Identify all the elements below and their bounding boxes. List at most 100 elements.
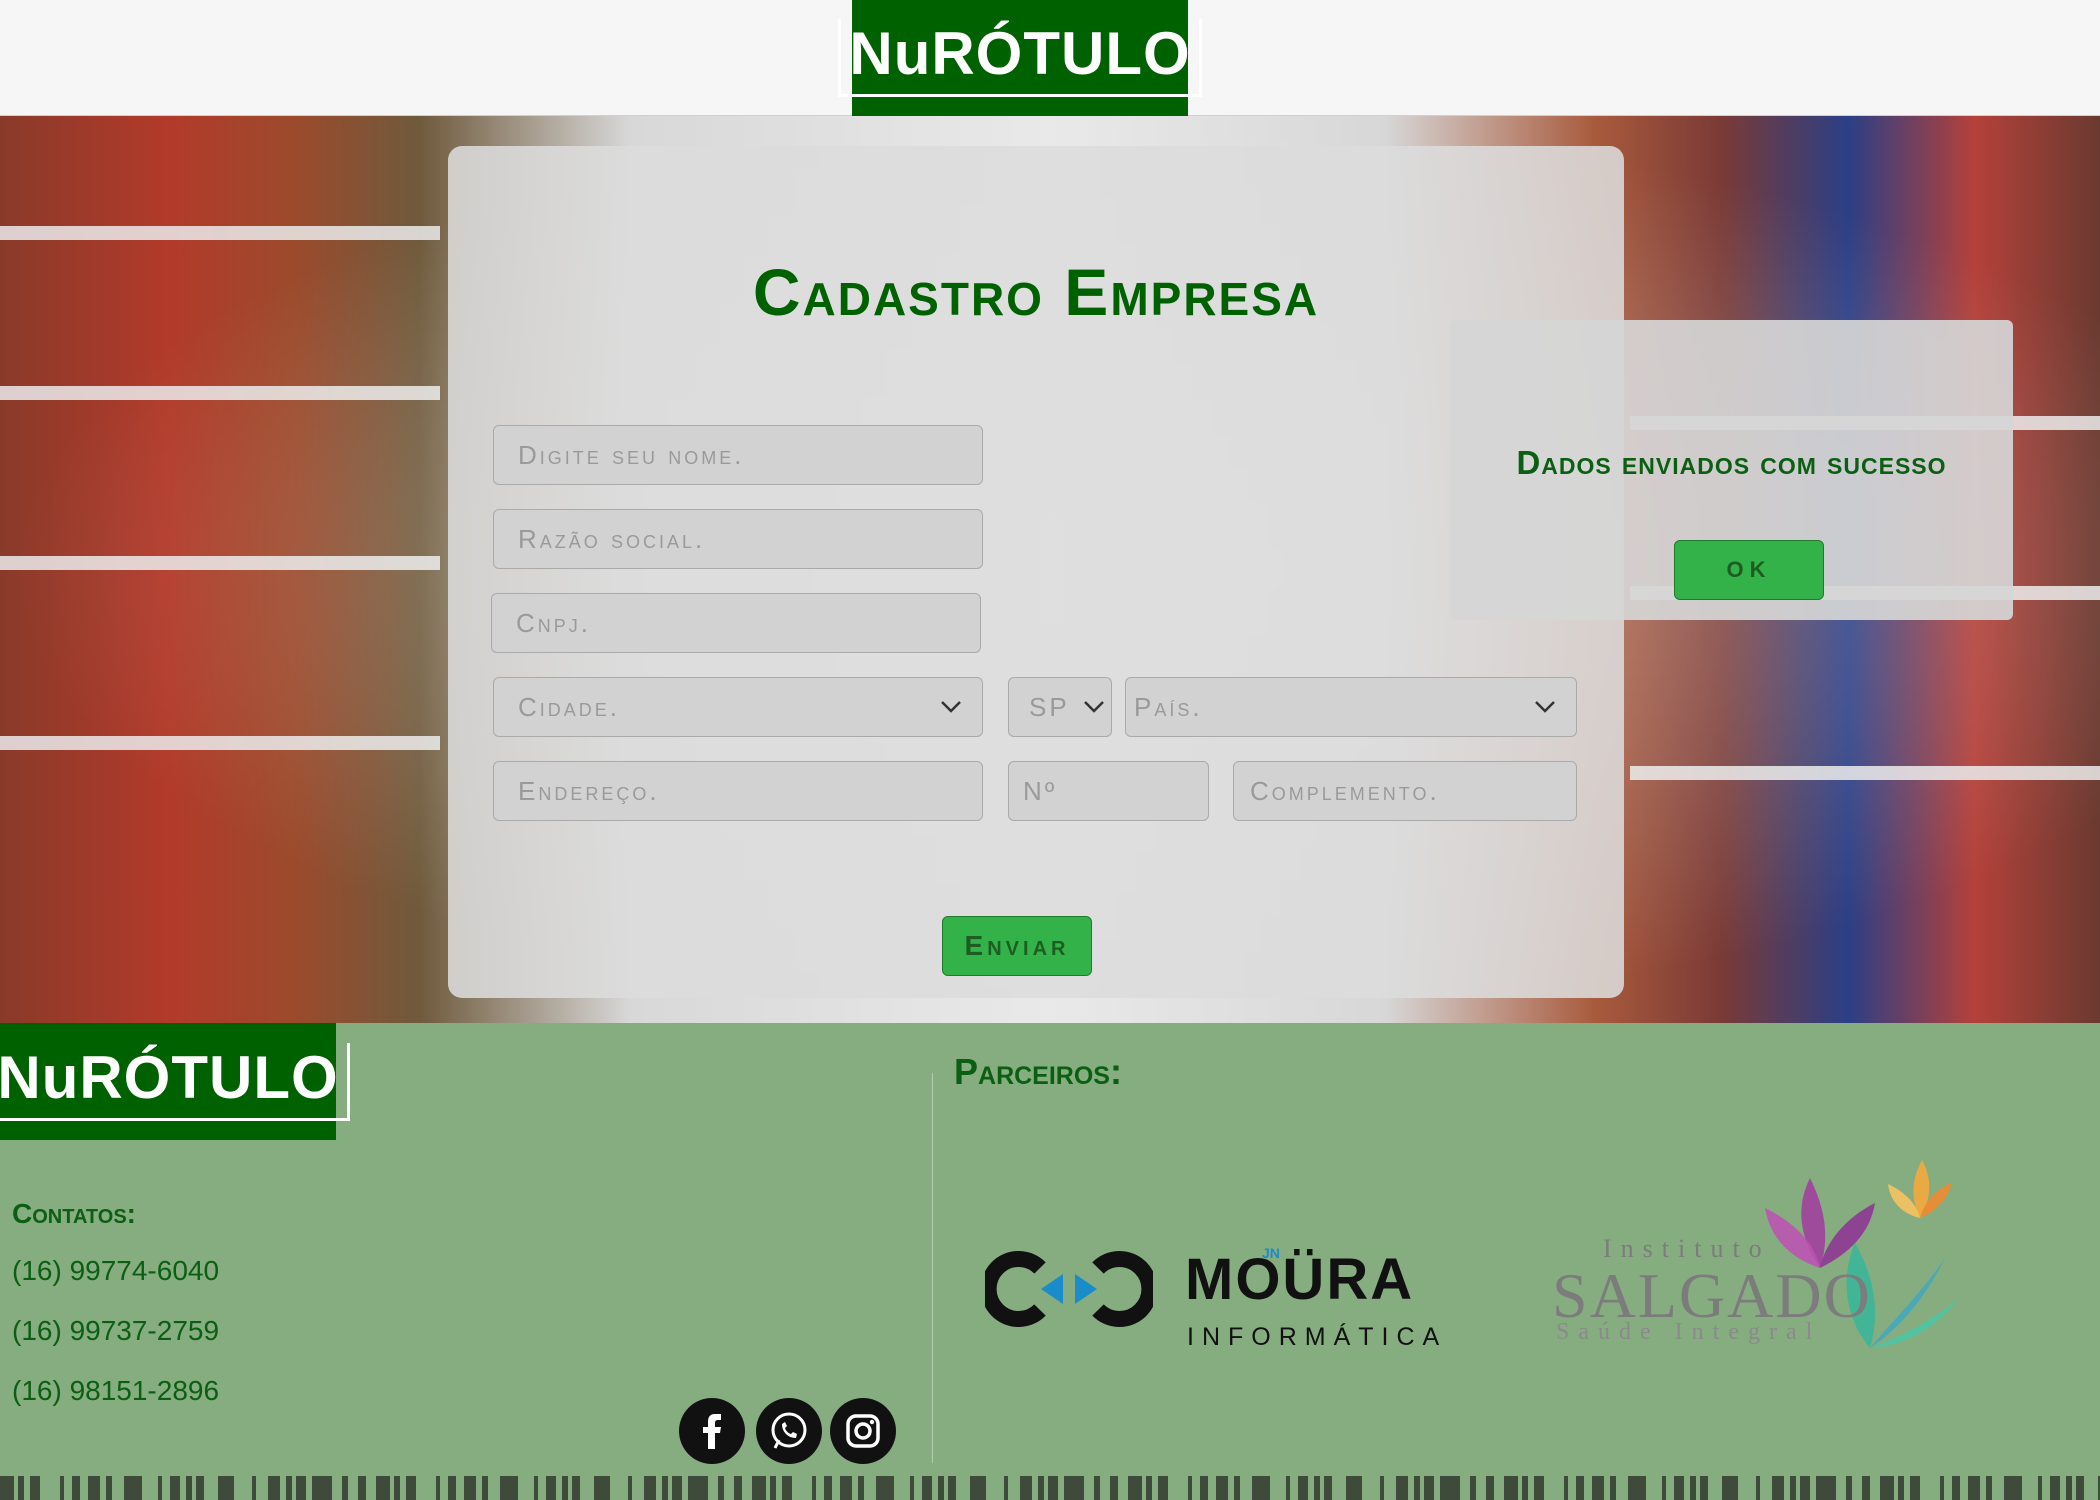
facebook-icon[interactable]	[679, 1398, 745, 1464]
country-select-label: País.	[1134, 691, 1203, 722]
barcode-bar	[1486, 1476, 1494, 1500]
footer-logo[interactable]: NuRÓTULO	[0, 1023, 350, 1140]
barcode-bar	[1576, 1476, 1584, 1500]
barcode-bar	[1396, 1476, 1408, 1500]
address-input[interactable]: Endereço.	[493, 761, 983, 821]
barcode-bar	[562, 1476, 568, 1500]
barcode-bar	[1522, 1476, 1528, 1500]
whatsapp-icon[interactable]	[756, 1398, 822, 1464]
barcode-bar	[1910, 1476, 1920, 1500]
barcode-bar	[72, 1476, 80, 1500]
barcode-bar	[1880, 1476, 1894, 1500]
barcode-bar	[1004, 1476, 1008, 1500]
barcode-bar	[662, 1476, 668, 1500]
barcode-bar	[1722, 1476, 1738, 1500]
barcode-bar	[1324, 1476, 1332, 1500]
barcode-bar	[1756, 1476, 1760, 1500]
barcode-bar	[858, 1476, 864, 1500]
barcode-bar	[464, 1476, 476, 1500]
barcode-bar	[1674, 1476, 1684, 1500]
moura-name: MOÜRA	[1185, 1247, 1415, 1312]
barcode-bar	[2066, 1476, 2072, 1500]
partners-title: Parceiros:	[954, 1051, 1122, 1092]
page-title: Cadastro Empresa	[752, 255, 1320, 329]
facebook-glyph	[703, 1414, 721, 1449]
barcode-bar	[482, 1476, 488, 1500]
submit-button[interactable]: Enviar	[942, 916, 1092, 976]
complement-input[interactable]: Complemento.	[1233, 761, 1577, 821]
barcode-bar	[1298, 1476, 1308, 1500]
barcode-bar	[2038, 1476, 2042, 1500]
barcode-bar	[534, 1476, 538, 1500]
barcode-bar	[970, 1476, 986, 1500]
barcode-bar	[688, 1476, 708, 1500]
country-select[interactable]: País.	[1125, 677, 1577, 737]
barcode-bar	[1188, 1476, 1192, 1500]
brand-logo-text: NuRÓTULO	[838, 19, 1202, 97]
barcode-bar	[572, 1476, 580, 1500]
barcode-bar	[1440, 1476, 1460, 1500]
barcode-bar	[0, 1476, 14, 1500]
barcode-bar	[1628, 1476, 1646, 1500]
contact-phone: (16) 99774-6040	[12, 1255, 220, 1286]
barcode-bar	[1986, 1476, 1992, 1500]
barcode-bar	[18, 1476, 24, 1500]
barcode-bar	[1940, 1476, 1944, 1500]
barcode-bar	[1816, 1476, 1836, 1500]
barcode-bar	[436, 1476, 440, 1500]
city-select[interactable]: Cidade.	[493, 677, 983, 737]
barcode-bar	[948, 1476, 956, 1500]
name-input[interactable]: Digite seu nome.	[493, 425, 983, 485]
barcode-bar	[286, 1476, 292, 1500]
brand-logo[interactable]: NuRÓTULO	[838, 0, 1202, 116]
instagram-icon[interactable]	[830, 1398, 896, 1464]
number-input[interactable]: Nº	[1008, 761, 1209, 821]
barcode-bar	[394, 1476, 400, 1500]
barcode-bar	[1286, 1476, 1290, 1500]
barcode-bar	[1110, 1476, 1118, 1500]
barcode-bar	[106, 1476, 112, 1500]
barcode-bar	[594, 1476, 610, 1500]
barcode-bar	[922, 1476, 932, 1500]
barcode-bar	[782, 1476, 792, 1500]
barcode-bar	[1200, 1476, 1208, 1500]
barcode-strip	[0, 1476, 2100, 1500]
barcode-bar	[672, 1476, 682, 1500]
barcode-bar	[824, 1476, 832, 1500]
barcode-bar	[88, 1476, 100, 1500]
cnpj-input[interactable]: Cnpj.	[491, 593, 981, 653]
barcode-bar	[1314, 1476, 1320, 1500]
barcode-bar	[1094, 1476, 1100, 1500]
barcode-bar	[1564, 1476, 1568, 1500]
barcode-bar	[268, 1476, 280, 1500]
barcode-bar	[1592, 1476, 1604, 1500]
barcode-bar	[1952, 1476, 1960, 1500]
barcode-bar	[1020, 1476, 1032, 1500]
barcode-bar	[1064, 1476, 1084, 1500]
ok-button[interactable]: OK	[1674, 540, 1824, 600]
barcode-bar	[1800, 1476, 1810, 1500]
barcode-bar	[170, 1476, 180, 1500]
barcode-bar	[252, 1476, 256, 1500]
company-register-card: Cadastro Empresa Digite seu nome. Razão …	[448, 146, 1624, 998]
barcode-bar	[1128, 1476, 1142, 1500]
barcode-bar	[1414, 1476, 1420, 1500]
barcode-bar	[1424, 1476, 1434, 1500]
barcode-bar	[1700, 1476, 1708, 1500]
barcode-bar	[1534, 1476, 1544, 1500]
chevron-down-icon	[1084, 701, 1104, 713]
barcode-bar	[342, 1476, 348, 1500]
barcode-bar	[1772, 1476, 1784, 1500]
barcode-bar	[312, 1476, 332, 1500]
contact-phone: (16) 98151-2896	[12, 1375, 220, 1406]
barcode-bar	[938, 1476, 944, 1500]
moura-infinity-icon	[985, 1251, 1153, 1327]
barcode-bar	[296, 1476, 306, 1500]
barcode-bar	[1690, 1476, 1696, 1500]
contact-phone: (16) 99737-2759	[12, 1315, 220, 1346]
state-select[interactable]: SP	[1008, 677, 1112, 737]
barcode-bar	[1252, 1476, 1270, 1500]
razao-social-input[interactable]: Razão social.	[493, 509, 983, 569]
barcode-bar	[1346, 1476, 1362, 1500]
barcode-bar	[186, 1476, 192, 1500]
